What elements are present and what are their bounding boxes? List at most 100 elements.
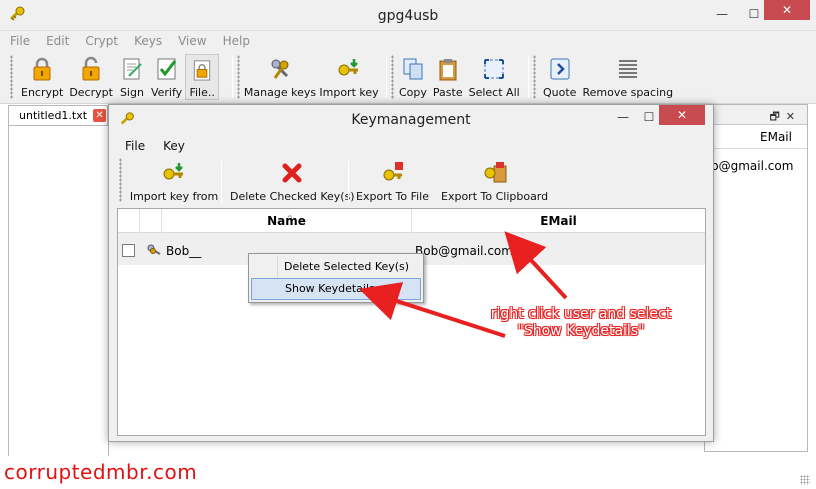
header-email-column[interactable]: EMail (412, 209, 705, 233)
lock-open-icon (82, 56, 100, 81)
key-import-icon (163, 163, 183, 180)
toolbar-separator (348, 161, 349, 203)
toolbar-separator (386, 56, 387, 98)
encrypt-button[interactable]: Encrypt (18, 54, 66, 100)
dock-header: 🗗✕ (705, 105, 807, 125)
menu-view[interactable]: View (178, 34, 206, 48)
lines-icon (618, 60, 637, 78)
toolbar-grip[interactable] (391, 55, 394, 99)
menu-bar: File Edit Crypt Keys View Help (0, 31, 816, 51)
lock-closed-icon (33, 57, 51, 81)
copy-button[interactable]: Copy (396, 54, 430, 100)
checkmark-icon (157, 58, 176, 80)
main-toolbar: Encrypt Decrypt Sign Verify File.. Manag… (0, 51, 816, 104)
dialog-title-bar: Keymanagement — ☐ ✕ (109, 105, 713, 135)
import-key-label: Import key (319, 86, 379, 99)
key-export-icon (383, 162, 403, 181)
dialog-close-button[interactable]: ✕ (659, 105, 705, 125)
context-show-keydetails[interactable]: Show Keydetails (251, 278, 421, 300)
export-to-file-button[interactable]: Export To File (353, 158, 432, 204)
dock-email-cell[interactable]: b@gmail.com (705, 149, 807, 173)
header-email-label: EMail (540, 214, 577, 228)
watermark: corruptedmbr.com (4, 460, 198, 484)
paste-label: Paste (432, 86, 463, 99)
menu-keys[interactable]: Keys (134, 34, 162, 48)
dialog-menu-key[interactable]: Key (163, 139, 185, 153)
delete-x-icon (282, 163, 302, 183)
toolbar-grip[interactable] (10, 55, 13, 99)
close-button[interactable]: ✕ (764, 0, 810, 20)
import-key-button[interactable]: Import key (317, 54, 381, 100)
copy-icon (403, 58, 423, 80)
toolbar-separator (232, 56, 233, 98)
manage-keys-button[interactable]: Manage keys (243, 54, 317, 100)
menu-file[interactable]: File (10, 34, 30, 48)
header-check-column[interactable] (118, 209, 140, 233)
row-checkbox[interactable] (122, 244, 135, 257)
toolbar-grip[interactable] (119, 158, 122, 202)
annotation-text: right click user and select "Show Keydet… (490, 306, 672, 339)
tab-untitled1[interactable]: untitled1.txt ✕ (8, 105, 108, 125)
tab-label: untitled1.txt (19, 109, 88, 122)
header-type-column[interactable] (140, 209, 162, 233)
minimize-button[interactable]: — (706, 2, 738, 26)
menu-edit[interactable]: Edit (46, 34, 69, 48)
editor-area[interactable] (8, 125, 109, 480)
copy-label: Copy (399, 86, 427, 99)
paste-button[interactable]: Paste (430, 54, 466, 100)
key-import-icon (338, 59, 358, 76)
lock-file-icon (193, 60, 211, 81)
delete-checked-keys-label: Delete Checked Key(s) (230, 190, 355, 203)
import-key-from-label: Import key from (129, 190, 219, 203)
dock-email-column[interactable]: EMail (705, 125, 807, 149)
select-all-label: Select All (468, 86, 520, 99)
sort-caret-icon: ^ (286, 214, 294, 223)
export-to-clipboard-label: Export To Clipboard (441, 190, 549, 203)
file-menu-button[interactable]: File.. (185, 54, 220, 100)
toolbar-separator (221, 161, 222, 203)
remove-spacing-label: Remove spacing (582, 86, 674, 99)
document-sign-icon (123, 58, 142, 80)
dialog-menu-bar: File Key (117, 136, 705, 156)
export-to-clipboard-button[interactable]: Export To Clipboard (438, 158, 551, 204)
keypair-icon (147, 244, 161, 255)
import-key-from-button[interactable]: Import key from (127, 158, 221, 204)
dock-controls-icon[interactable]: 🗗✕ (769, 108, 801, 127)
quote-button[interactable]: Quote (540, 54, 579, 100)
row-email: Bob@gmail.com (415, 244, 513, 258)
menu-crypt[interactable]: Crypt (85, 34, 118, 48)
window-title: gpg4usb (377, 8, 439, 24)
quote-arrow-icon (550, 58, 570, 80)
verify-button[interactable]: Verify (148, 54, 185, 100)
paste-clipboard-icon (439, 59, 457, 81)
header-name-column[interactable]: ^ Name (162, 209, 412, 233)
delete-checked-keys-button[interactable]: Delete Checked Key(s) (227, 158, 358, 204)
dialog-menu-file[interactable]: File (125, 139, 145, 153)
toolbar-grip[interactable] (237, 55, 240, 99)
sign-button[interactable]: Sign (116, 54, 148, 100)
sign-label: Sign (119, 86, 144, 99)
decrypt-label: Decrypt (69, 86, 113, 99)
menu-help[interactable]: Help (223, 34, 250, 48)
dialog-toolbar: Import key from Delete Checked Key(s) Ex… (117, 156, 705, 208)
remove-spacing-button[interactable]: Remove spacing (579, 54, 676, 100)
manage-keys-label: Manage keys (243, 86, 317, 99)
key-clipboard-icon (484, 162, 507, 183)
keys-icon (271, 59, 289, 79)
encrypt-label: Encrypt (21, 86, 64, 99)
main-title-bar: gpg4usb — ☐ ✕ (0, 0, 816, 31)
tab-close-icon[interactable]: ✕ (93, 109, 107, 122)
table-header: ^ Name EMail (118, 209, 705, 233)
row-name: Bob__ (166, 244, 202, 258)
context-menu: Delete Selected Key(s) Show Keydetails (248, 253, 424, 303)
key-list-dock: 🗗✕ EMail b@gmail.com (704, 104, 808, 452)
select-all-icon (484, 59, 505, 79)
verify-label: Verify (150, 86, 183, 99)
toolbar-grip[interactable] (533, 55, 536, 99)
context-delete-selected-keys[interactable]: Delete Selected Key(s) (251, 256, 421, 278)
export-to-file-label: Export To File (356, 190, 429, 203)
quote-label: Quote (543, 86, 577, 99)
decrypt-button[interactable]: Decrypt (66, 54, 116, 100)
select-all-button[interactable]: Select All (466, 54, 523, 100)
resize-grip-icon[interactable] (800, 475, 810, 485)
